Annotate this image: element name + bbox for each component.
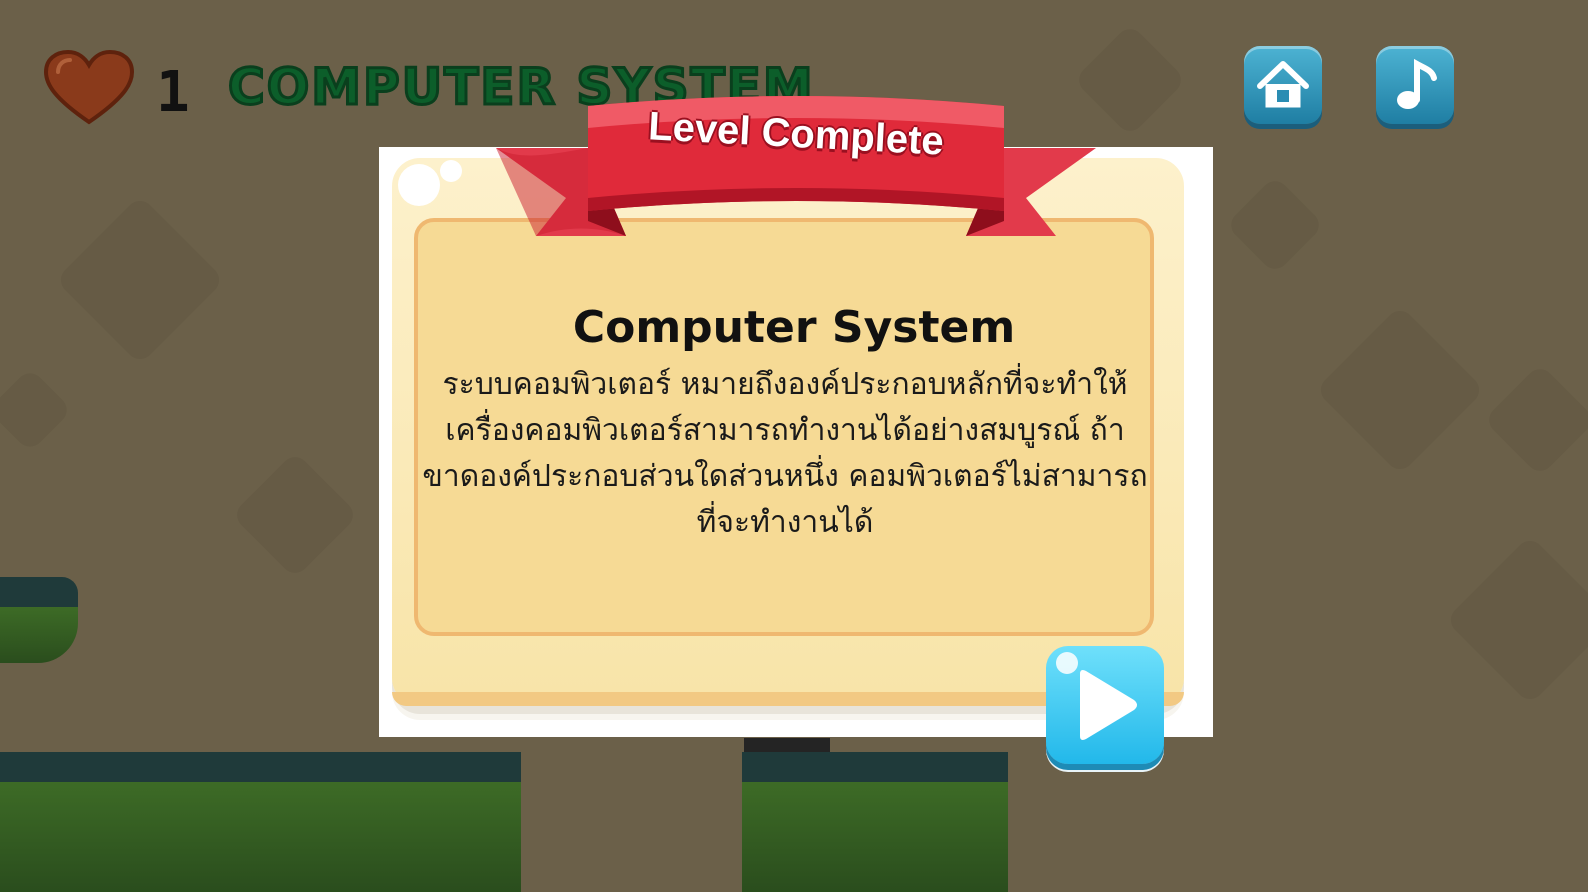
play-next-button[interactable] — [1046, 646, 1164, 764]
decor-bubble — [440, 160, 462, 182]
decor-bubble — [398, 164, 440, 206]
ground-platform-left — [0, 752, 521, 892]
home-icon — [1257, 61, 1309, 108]
music-button[interactable] — [1376, 46, 1454, 124]
topic-description: ระบบคอมพิวเตอร์ หมายถึงองค์ประกอบหลักที่… — [422, 367, 1148, 540]
home-button[interactable] — [1244, 46, 1322, 124]
music-note-icon — [1397, 58, 1437, 109]
play-icon — [1080, 670, 1137, 740]
ground-platform-right — [742, 752, 1008, 892]
lives-count: 1 — [156, 60, 190, 125]
heart-icon — [43, 49, 135, 126]
topic-title: Computer System — [572, 302, 1016, 353]
ledge-platform — [0, 577, 78, 663]
